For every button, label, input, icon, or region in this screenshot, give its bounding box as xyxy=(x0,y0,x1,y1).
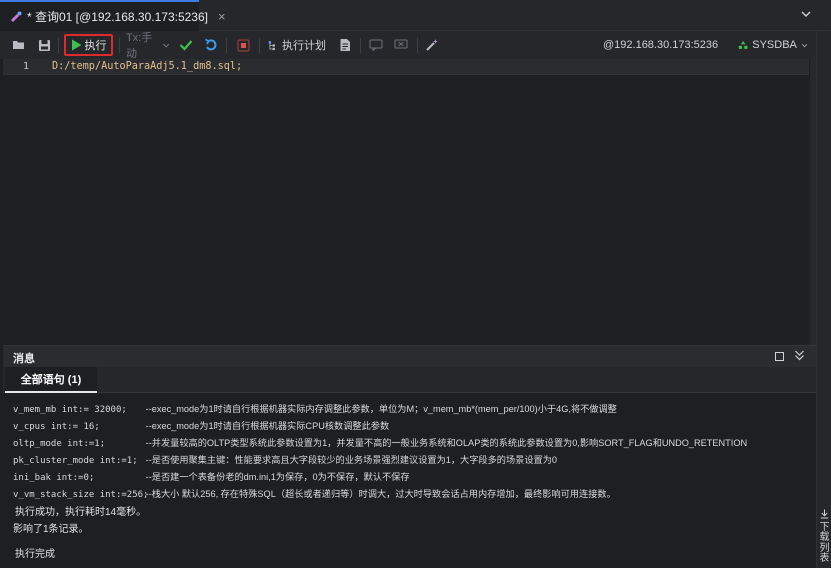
message-comment: --栈大小 默认256, 存在特殊SQL（超长或者递归等）时调大，过大时导致会话… xyxy=(145,489,616,499)
chevron-down-icon[interactable] xyxy=(799,7,813,21)
message-comment: --是否建一个表备份老的dm.ini,1为保存，0为不保存，默认不保存 xyxy=(145,472,410,482)
plan-icon xyxy=(268,40,275,50)
collapse-icon[interactable] xyxy=(794,349,805,364)
message-comment: --是否使用聚集主键：性能要求高且大字段较少的业务场景强烈建议设置为1，大字段多… xyxy=(145,455,558,465)
user-select[interactable]: SYSDBA xyxy=(738,31,808,59)
message-row: v_vm_stack_size int:=256; --栈大小 默认256, 存… xyxy=(13,486,616,500)
execution-result: 执行成功，执行耗时14毫秒。 xyxy=(15,507,147,518)
commit-icon[interactable] xyxy=(178,31,194,59)
connection-select[interactable]: @192.168.30.173:5236 xyxy=(599,31,719,59)
message-code: v_vm_stack_size int:=256; xyxy=(13,490,149,500)
connection-label: @192.168.30.173:5236 xyxy=(603,39,719,51)
message-row: ini_bak int:=0; --是否建一个表备份老的dm.ini,1为保存，… xyxy=(13,469,410,483)
tab-all-statements[interactable]: 全部语句 (1) xyxy=(5,367,97,393)
rollback-icon[interactable] xyxy=(203,31,219,59)
message-row: oltp_mode int:=1; --并发量较高的OLTP类型系统此参数设置为… xyxy=(13,435,747,449)
comment-icon[interactable] xyxy=(368,31,384,59)
messages-header: 消息 xyxy=(3,345,816,367)
open-folder-icon[interactable] xyxy=(11,31,27,59)
message-code: oltp_mode int:=1; xyxy=(13,439,106,449)
script-icon[interactable] xyxy=(337,31,353,59)
explain-plan-button[interactable]: 执行计划 xyxy=(268,31,326,59)
message-code: pk_cluster_mode int:=1; xyxy=(13,456,138,466)
messages-output: v_mem_mb int:= 32000; --exec_mode为1时请自行根… xyxy=(3,394,816,568)
query-tab[interactable]: * 查询01 [@192.168.30.173:5236] × xyxy=(0,0,226,31)
tab-all-statements-label: 全部语句 (1) xyxy=(20,374,82,386)
message-row: v_cpus int:= 16; --exec_mode为1时请自行根据机器实际… xyxy=(13,418,389,432)
close-icon[interactable]: × xyxy=(218,9,226,24)
chevron-down-icon xyxy=(801,43,808,47)
user-icon xyxy=(738,41,748,49)
maximize-icon[interactable] xyxy=(775,352,784,361)
uncomment-icon[interactable] xyxy=(393,31,409,59)
affected-rows: 影响了1条记录。 xyxy=(13,524,89,535)
message-comment: --exec_mode为1时请自行根据机器实际内存调整此参数，单位为M；v_me… xyxy=(145,404,617,414)
run-button[interactable]: 执行 xyxy=(64,34,113,56)
message-row: v_mem_mb int:= 32000; --exec_mode为1时请自行根… xyxy=(13,401,617,415)
tab-title: * 查询01 [@192.168.30.173:5236] xyxy=(27,10,208,24)
code-line[interactable]: D:/temp/AutoParaAdj5.1_dm8.sql; xyxy=(52,61,242,72)
message-comment: --exec_mode为1时请自行根据机器实际CPU核数调整此参数 xyxy=(145,421,390,431)
format-wand-icon[interactable] xyxy=(424,31,440,59)
message-code: v_cpus int:= 16; xyxy=(13,422,100,432)
stop-icon[interactable] xyxy=(235,31,251,59)
play-icon xyxy=(71,39,81,51)
message-comment: --并发量较高的OLTP类型系统此参数设置为1，并发量不高的一般业务系统和OLA… xyxy=(145,438,748,448)
save-icon[interactable] xyxy=(36,31,52,59)
chevron-down-icon xyxy=(162,43,170,48)
message-code: v_mem_mb int:= 32000; xyxy=(13,405,127,415)
download-list-label: 下载列表 xyxy=(819,521,830,564)
messages-title: 消息 xyxy=(13,353,35,365)
sql-editor[interactable]: 1 D:/temp/AutoParaAdj5.1_dm8.sql; xyxy=(3,59,819,345)
run-label: 执行 xyxy=(84,40,107,52)
query-icon xyxy=(10,11,22,23)
message-code: ini_bak int:=0; xyxy=(13,473,95,483)
download-list-button[interactable]: 下载列表 xyxy=(819,509,830,565)
toolbar: 执行 Tx:手动 执行计划 @192.168.30.173:5236 SYSDB… xyxy=(0,31,831,60)
message-row: pk_cluster_mode int:=1; --是否使用聚集主键：性能要求高… xyxy=(13,452,557,466)
line-number: 1 xyxy=(23,61,30,72)
download-icon xyxy=(820,509,829,519)
user-label: SYSDBA xyxy=(752,39,797,51)
right-side-strip: 下载列表 xyxy=(816,31,831,568)
messages-tabs: 全部语句 (1) xyxy=(3,367,816,393)
execution-done: 执行完成 xyxy=(15,549,55,560)
tx-mode-label: Tx:手动 xyxy=(126,32,153,60)
tx-mode-select[interactable]: Tx:手动 xyxy=(126,31,170,60)
plan-label: 执行计划 xyxy=(282,40,326,52)
tab-bar: * 查询01 [@192.168.30.173:5236] × xyxy=(0,0,831,31)
